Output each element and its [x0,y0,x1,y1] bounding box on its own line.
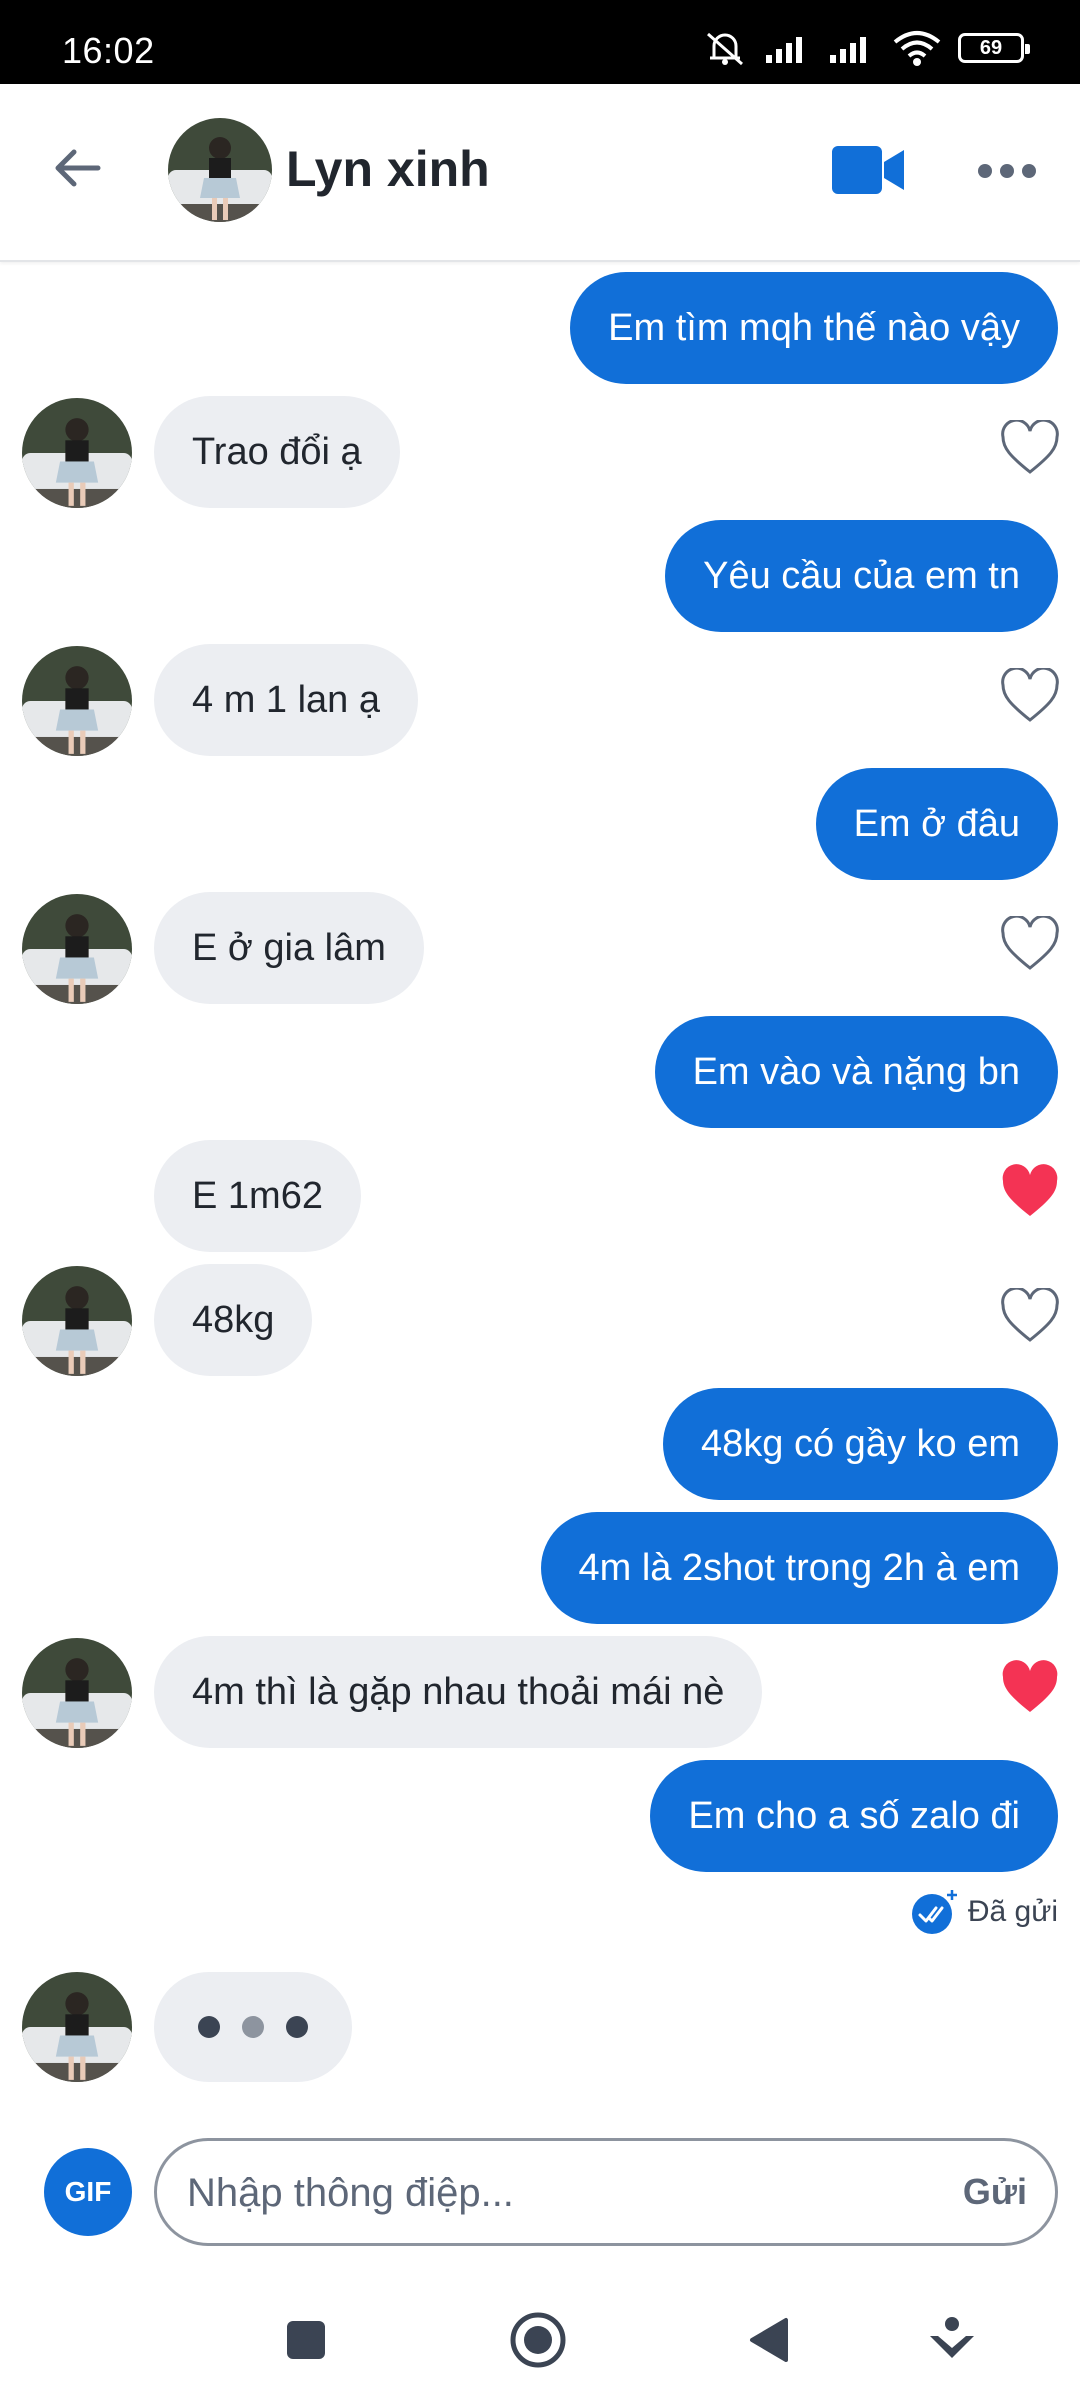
recents-button[interactable] [270,2304,342,2376]
circle-icon [510,2312,566,2368]
status-icons: 69 [702,30,1030,66]
message-input[interactable] [187,2161,867,2225]
typing-indicator [154,1972,352,2082]
sent-status-label: Đã gửi [967,1895,1058,1928]
more-options-button[interactable] [978,164,1036,178]
message-composer: Gửi [154,2138,1058,2246]
incoming-message[interactable]: 4 m 1 lan ạ [154,644,418,756]
contact-avatar-small[interactable] [22,1972,132,2082]
double-check-icon [911,1890,957,1934]
signal-icon [766,37,802,63]
contact-avatar-small[interactable] [22,398,132,508]
chat-header: Lyn xinh [0,84,1080,262]
mute-icon [707,32,743,66]
contact-avatar-small[interactable] [22,894,132,1004]
incoming-message[interactable]: E ở gia lâm [154,892,424,1004]
dot-icon [1022,164,1036,178]
outgoing-message[interactable]: Yêu cầu của em tn [665,520,1058,632]
dot-icon [978,164,992,178]
assistant-icon [930,2317,974,2358]
outgoing-message[interactable]: Em ở đâu [815,768,1058,880]
home-button[interactable] [502,2304,574,2376]
system-nav-bar [0,2280,1080,2400]
heart-filled-icon[interactable] [1000,1164,1060,1220]
outgoing-message[interactable]: 48kg có gầy ko em [663,1388,1058,1500]
heart-outline-icon[interactable] [1000,420,1060,476]
sent-status: Đã gửi [910,1888,1058,1936]
contact-name[interactable]: Lyn xinh [286,140,490,198]
gif-button[interactable]: GIF [44,2148,132,2236]
video-call-button[interactable] [830,144,906,201]
contact-avatar[interactable] [168,118,272,222]
send-button[interactable]: Gửi [963,2171,1027,2213]
wifi-icon [893,31,941,66]
square-icon [287,2321,325,2359]
incoming-message[interactable]: Trao đổi ạ [154,396,400,508]
back-button[interactable] [46,136,110,200]
outgoing-message[interactable]: Em vào và nặng bn [654,1016,1058,1128]
outgoing-message[interactable]: Em tìm mqh thế nào vậy [570,272,1058,384]
arrow-left-icon [55,149,101,187]
status-bar: 16:02 69 [0,0,1080,84]
incoming-message[interactable]: 48kg [154,1264,313,1376]
dot-icon [1000,164,1014,178]
outgoing-message[interactable]: 4m là 2shot trong 2h à em [540,1512,1058,1624]
contact-avatar-small[interactable] [22,1638,132,1748]
heart-outline-icon[interactable] [1000,1288,1060,1344]
typing-dot [198,2016,220,2038]
assistant-button[interactable] [916,2304,988,2376]
battery-icon: 69 [958,33,1030,63]
incoming-message[interactable]: E 1m62 [154,1140,361,1252]
contact-avatar-small[interactable] [22,1266,132,1376]
heart-filled-icon[interactable] [1000,1660,1060,1716]
heart-outline-icon[interactable] [1000,668,1060,724]
heart-outline-icon[interactable] [1000,916,1060,972]
typing-dot [286,2016,308,2038]
status-time: 16:02 [62,30,155,71]
incoming-message[interactable]: 4m thì là gặp nhau thoải mái nè [154,1636,763,1748]
video-camera-icon [832,146,904,194]
outgoing-message[interactable]: Em cho a số zalo đi [650,1760,1058,1872]
typing-dot [242,2016,264,2038]
signal-icon-2 [830,37,866,63]
contact-avatar-small[interactable] [22,646,132,756]
back-nav-button[interactable] [734,2304,806,2376]
triangle-left-icon [750,2318,788,2362]
